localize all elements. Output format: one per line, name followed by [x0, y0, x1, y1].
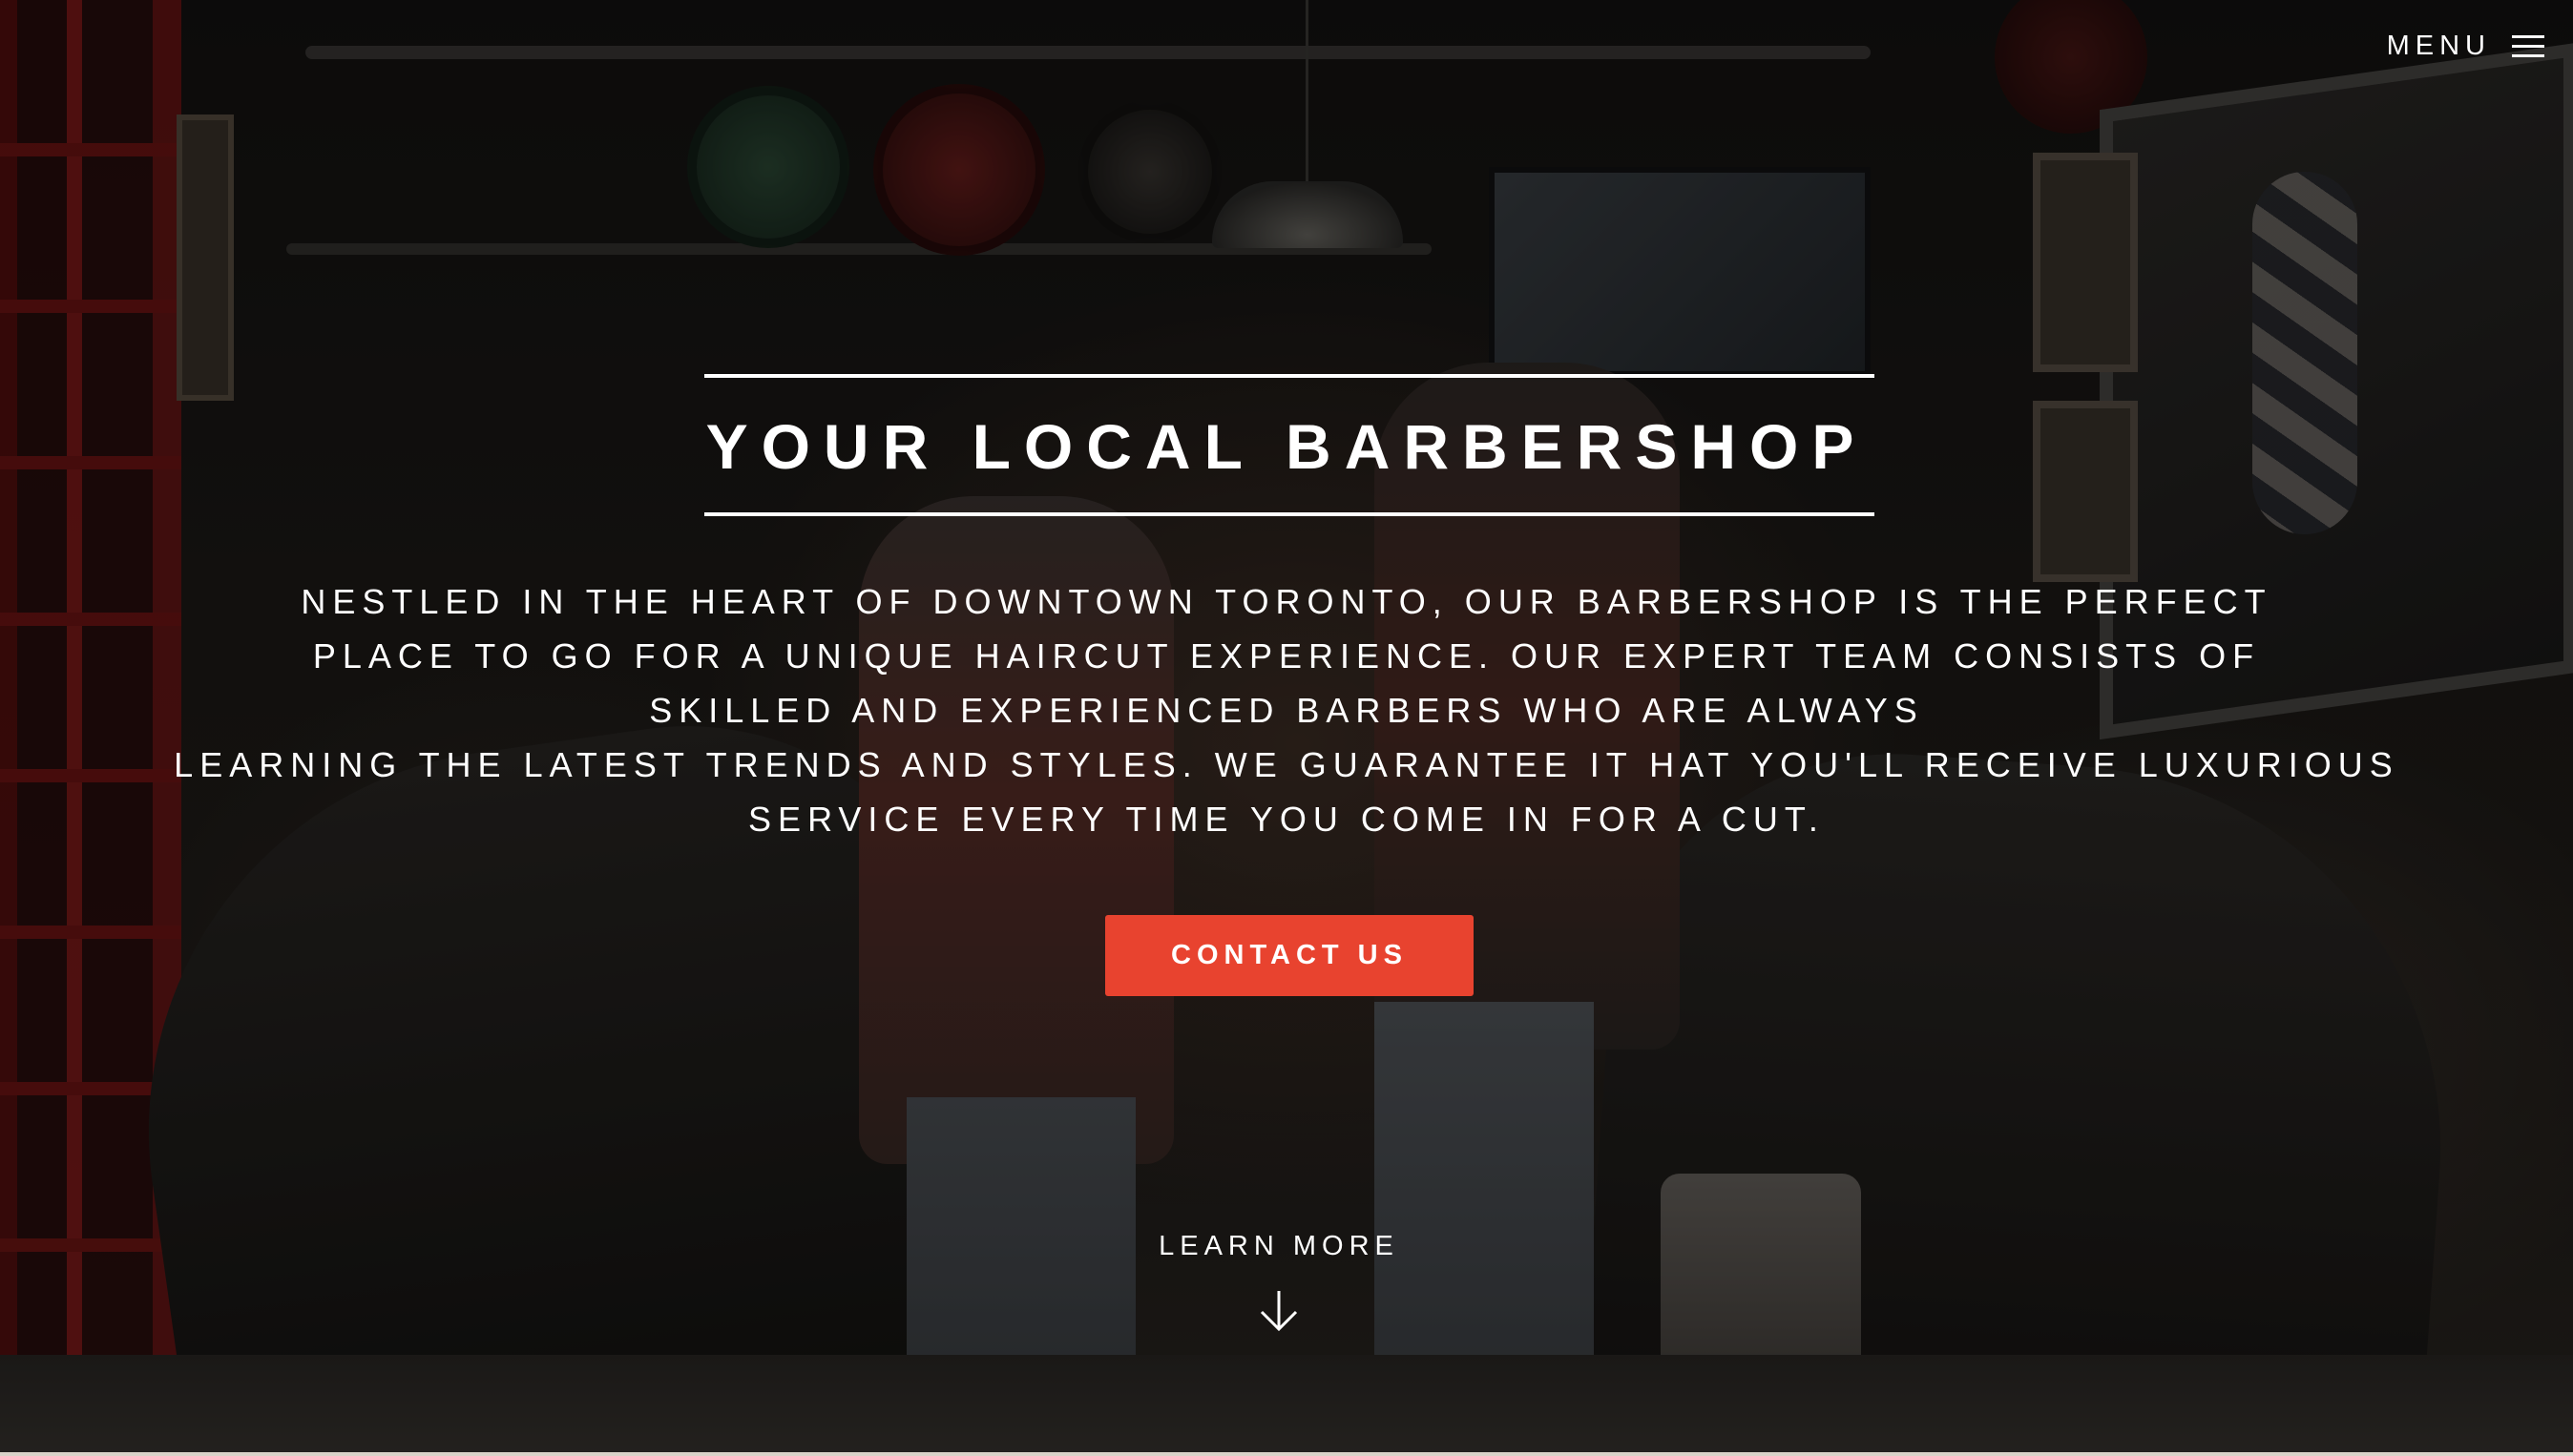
title-rule-top	[704, 374, 1874, 378]
title-rule-bottom	[704, 512, 1874, 516]
contact-us-button[interactable]: CONTACT US	[1105, 915, 1474, 996]
intro-line: LEARNING THE LATEST TRENDS AND STYLES. W…	[174, 745, 2399, 784]
learn-more-link[interactable]: LEARN MORE	[1088, 1231, 1470, 1335]
intro-line: SKILLED AND EXPERIENCED BARBERS WHO ARE …	[649, 691, 1924, 730]
intro-paragraph: NESTLED IN THE HEART OF DOWNTOWN TORONTO…	[0, 574, 2573, 846]
intro-line: NESTLED IN THE HEART OF DOWNTOWN TORONTO…	[301, 582, 2272, 621]
arrow-down-icon[interactable]	[1255, 1287, 1303, 1335]
menu-label: MENU	[2386, 31, 2491, 61]
intro-line: PLACE TO GO FOR A UNIQUE HAIRCUT EXPERIE…	[312, 636, 2261, 676]
hamburger-icon[interactable]	[2512, 33, 2544, 60]
page-bottom-border	[0, 1452, 2573, 1456]
menu-button[interactable]: MENU	[2387, 31, 2544, 62]
learn-more-label: LEARN MORE	[1159, 1231, 1399, 1261]
intro-line: SERVICE EVERY TIME YOU COME IN FOR A CUT…	[748, 800, 1825, 839]
hero-section: MENU YOUR LOCAL BARBERSHOP NESTLED IN TH…	[0, 0, 2573, 1456]
page-title: YOUR LOCAL BARBERSHOP	[705, 411, 1868, 482]
